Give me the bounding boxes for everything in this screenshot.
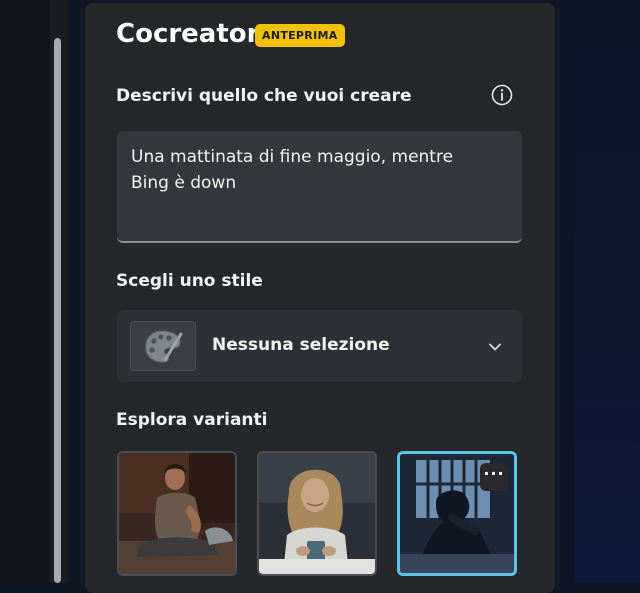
prompt-text[interactable]: Una mattinata di fine maggio, mentre Bin… [131, 144, 491, 196]
style-selected-value: Nessuna selezione [212, 335, 390, 355]
variant-thumbnail-2[interactable] [257, 451, 377, 576]
cocreator-panel: Cocreator ANTEPRIMA Descrivi quello che … [85, 3, 555, 593]
preview-badge: ANTEPRIMA [255, 24, 345, 47]
style-label: Scegli uno stile [116, 271, 263, 291]
more-options-button[interactable]: ··· [480, 463, 508, 491]
info-icon[interactable] [490, 83, 514, 107]
prompt-label: Descrivi quello che vuoi creare [116, 86, 412, 106]
left-backdrop [0, 0, 50, 583]
variants-label: Esplora varianti [116, 410, 268, 430]
chevron-down-icon[interactable] [486, 338, 504, 356]
palette-icon [130, 321, 196, 371]
variant-thumbnail-1[interactable] [117, 451, 237, 576]
panel-title: Cocreator [116, 19, 260, 49]
style-dropdown[interactable]: Nessuna selezione [117, 310, 522, 382]
prompt-textarea[interactable]: Una mattinata di fine maggio, mentre Bin… [117, 131, 522, 243]
scrollbar-thumb[interactable] [54, 38, 61, 583]
desktop-background [575, 0, 640, 583]
variant-thumbnail-3[interactable]: ··· [397, 451, 517, 576]
